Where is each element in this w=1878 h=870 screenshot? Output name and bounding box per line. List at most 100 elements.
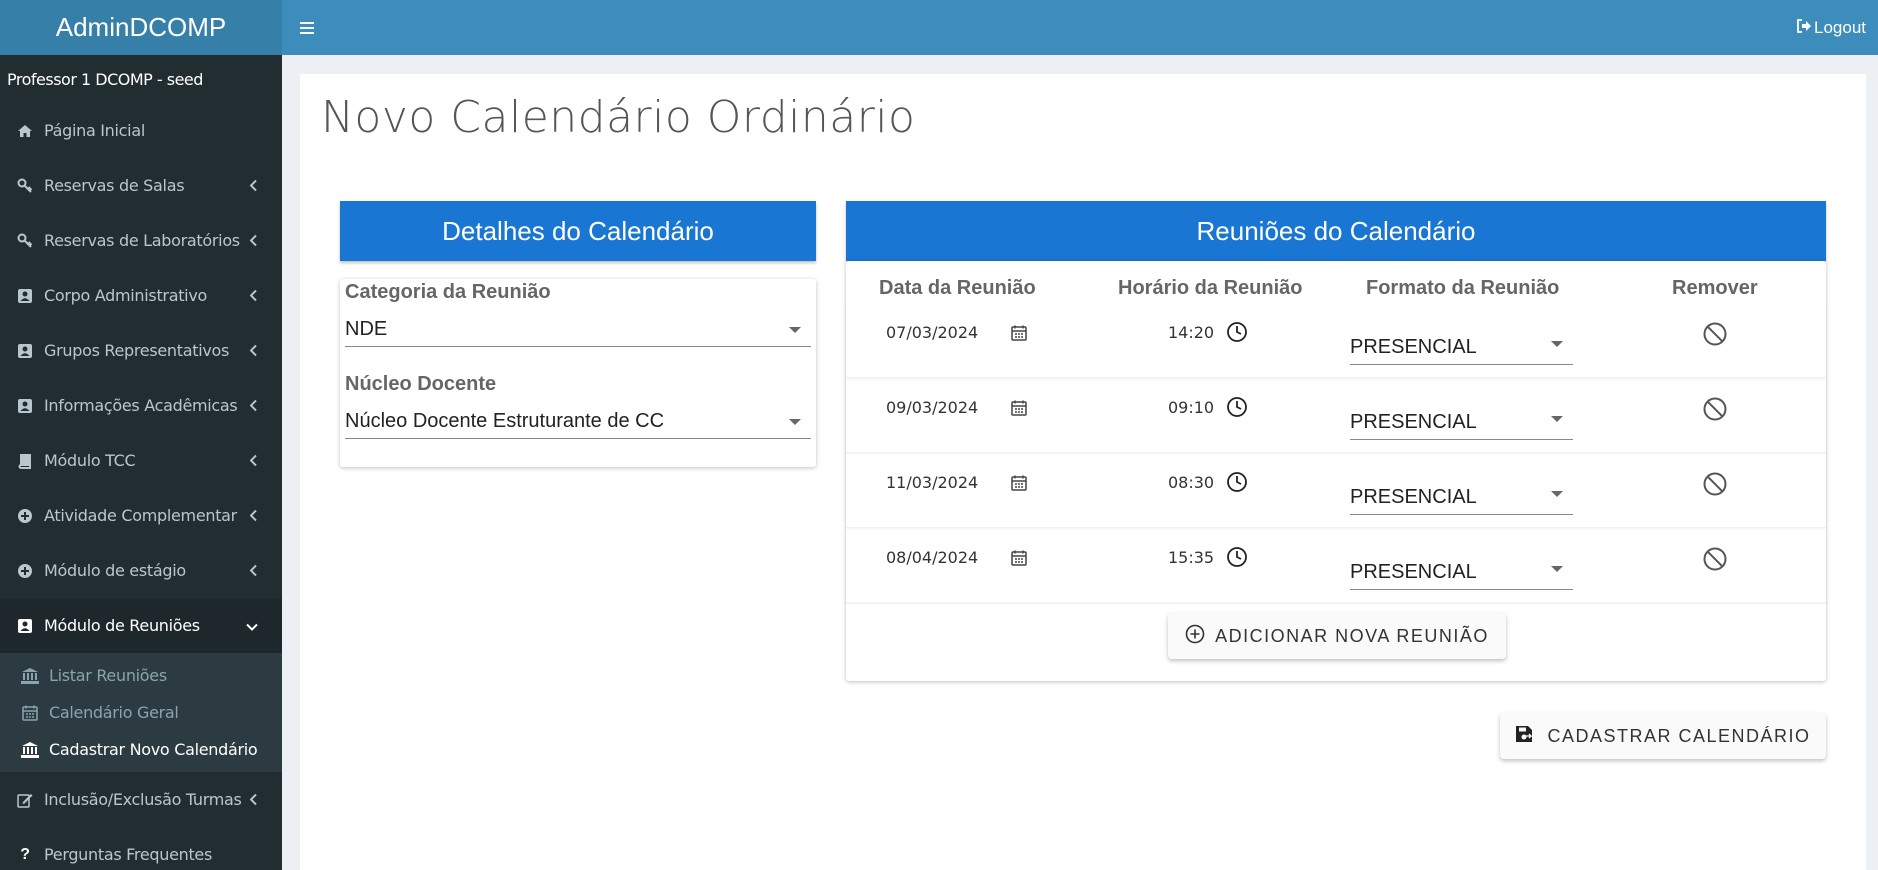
meeting-format-select[interactable]: PRESENCIAL [1350, 473, 1573, 515]
dropdown-arrow-icon [1551, 490, 1563, 497]
meeting-date-input[interactable]: 08/04/2024 [886, 548, 978, 567]
meeting-format-value: PRESENCIAL [1350, 336, 1477, 358]
calendar-icon[interactable] [1011, 550, 1027, 570]
sidebar-item-internship[interactable]: Módulo de estágio [0, 543, 282, 598]
clock-icon[interactable] [1226, 471, 1248, 497]
chevron-left-icon [249, 396, 258, 415]
chevron-down-icon [246, 616, 258, 635]
meeting-row: 07/03/2024 14:20 PRESENCIAL [846, 303, 1826, 378]
meeting-time-input[interactable]: 08:30 [1168, 473, 1214, 492]
clock-icon[interactable] [1226, 546, 1248, 572]
submenu-item-general-calendar[interactable]: Calendário Geral [0, 694, 282, 731]
sidebar-item-label: Inclusão/Exclusão Turmas [44, 790, 242, 809]
meetings-body: Data da Reunião Horário da Reunião Forma… [846, 261, 1826, 681]
sidebar-item-tcc[interactable]: Módulo TCC [0, 433, 282, 488]
sidebar-item-label: Corpo Administrativo [44, 286, 207, 305]
meeting-format-select[interactable]: PRESENCIAL [1350, 548, 1573, 590]
bank-icon [20, 667, 40, 684]
nucleus-value: Núcleo Docente Estruturante de CC [345, 410, 665, 432]
logout-link[interactable]: Logout [1796, 18, 1866, 38]
calendar-icon [20, 705, 40, 721]
home-icon [15, 124, 35, 138]
sidebar-item-class-inclusion[interactable]: Inclusão/Exclusão Turmas [0, 772, 282, 827]
category-label: Categoria da Reunião [345, 281, 551, 303]
meeting-date-input[interactable]: 09/03/2024 [886, 398, 978, 417]
add-meeting-button[interactable]: ADICIONAR NOVA REUNIÃO [1168, 613, 1506, 659]
sidebar-item-representative-groups[interactable]: Grupos Representativos [0, 323, 282, 378]
sidebar-item-academic-info[interactable]: Informações Acadêmicas [0, 378, 282, 433]
sidebar-item-faq[interactable]: ? Perguntas Frequentes [0, 827, 282, 870]
calendar-details-panel: Detalhes do Calendário Categoria da Reun… [340, 201, 816, 467]
dropdown-arrow-icon [789, 326, 801, 333]
chevron-left-icon [249, 341, 258, 360]
save-icon [1515, 725, 1534, 748]
clock-icon[interactable] [1226, 396, 1248, 422]
remove-meeting-icon[interactable] [1702, 321, 1728, 351]
meeting-time-input[interactable]: 15:35 [1168, 548, 1214, 567]
calendar-icon[interactable] [1011, 475, 1027, 495]
submenu-item-label: Calendário Geral [49, 703, 179, 722]
column-header-remove: Remover [1672, 277, 1758, 299]
column-header-date: Data da Reunião [879, 277, 1036, 299]
sidebar-item-label: Módulo de Reuniões [44, 616, 200, 635]
meeting-time-input[interactable]: 09:10 [1168, 398, 1214, 417]
calendar-details-header: Detalhes do Calendário [340, 201, 816, 261]
sidebar-item-admin-staff[interactable]: Corpo Administrativo [0, 268, 282, 323]
meeting-time-input[interactable]: 14:20 [1168, 323, 1214, 342]
menu-toggle-icon[interactable] [300, 21, 314, 34]
id-card-icon [15, 618, 35, 634]
chevron-left-icon [249, 790, 258, 809]
brand-logo[interactable]: AdminDCOMP [0, 0, 282, 55]
meetings-header: Reuniões do Calendário [846, 201, 1826, 261]
sidebar-item-label: Módulo TCC [44, 451, 136, 470]
sidebar-item-label: Reservas de Salas [44, 176, 185, 195]
sidebar-item-lab-reservations[interactable]: Reservas de Laboratórios [0, 213, 282, 268]
sidebar-item-label: Página Inicial [44, 121, 145, 140]
calendar-icon[interactable] [1011, 400, 1027, 420]
sidebar-item-home[interactable]: Página Inicial [0, 103, 282, 158]
id-card-icon [15, 398, 35, 414]
meeting-date-input[interactable]: 11/03/2024 [886, 473, 978, 492]
meeting-format-select[interactable]: PRESENCIAL [1350, 398, 1573, 440]
category-select[interactable]: NDE [345, 313, 811, 347]
meeting-row: 09/03/2024 09:10 PRESENCIAL [846, 378, 1826, 453]
remove-meeting-icon[interactable] [1702, 396, 1728, 426]
chevron-left-icon [249, 176, 258, 195]
dropdown-arrow-icon [789, 418, 801, 425]
plus-circle-icon [15, 563, 35, 579]
sign-out-icon [1796, 18, 1812, 38]
remove-meeting-icon[interactable] [1702, 546, 1728, 576]
chevron-left-icon [249, 286, 258, 305]
sidebar-item-label: Reservas de Laboratórios [44, 231, 240, 250]
remove-meeting-icon[interactable] [1702, 471, 1728, 501]
submenu-item-label: Cadastrar Novo Calendário [49, 740, 258, 759]
submenu-item-label: Listar Reuniões [49, 666, 167, 685]
sidebar-item-label: Grupos Representativos [44, 341, 230, 360]
clock-icon[interactable] [1226, 321, 1248, 347]
meetings-panel: Reuniões do Calendário Data da Reunião H… [846, 201, 1826, 681]
sidebar-item-complementary-activity[interactable]: Atividade Complementar [0, 488, 282, 543]
meeting-format-select[interactable]: PRESENCIAL [1350, 323, 1573, 365]
sidebar-item-label: Atividade Complementar [44, 506, 237, 525]
id-card-icon [15, 343, 35, 359]
id-card-icon [15, 288, 35, 304]
sidebar-item-meetings[interactable]: Módulo de Reuniões [0, 598, 282, 653]
chevron-left-icon [249, 506, 258, 525]
calendar-icon[interactable] [1011, 325, 1027, 345]
sidebar-item-label: Módulo de estágio [44, 561, 186, 580]
meeting-date-input[interactable]: 07/03/2024 [886, 323, 978, 342]
category-value: NDE [345, 318, 388, 340]
sidebar-item-room-reservations[interactable]: Reservas de Salas [0, 158, 282, 213]
chevron-left-icon [249, 561, 258, 580]
save-calendar-label: CADASTRAR CALENDÁRIO [1547, 725, 1811, 746]
column-header-format: Formato da Reunião [1366, 277, 1560, 299]
nucleus-select[interactable]: Núcleo Docente Estruturante de CC [345, 405, 811, 439]
submenu-item-list-meetings[interactable]: Listar Reuniões [0, 657, 282, 694]
column-header-time: Horário da Reunião [1118, 277, 1303, 299]
sidebar: AdminDCOMP Professor 1 DCOMP - seed Pági… [0, 0, 282, 870]
meetings-table-header: Data da Reunião Horário da Reunião Forma… [846, 261, 1826, 303]
meeting-format-value: PRESENCIAL [1350, 561, 1477, 583]
submenu-item-new-calendar[interactable]: Cadastrar Novo Calendário [0, 731, 282, 768]
plus-circle-icon [15, 508, 35, 524]
save-calendar-button[interactable]: CADASTRAR CALENDÁRIO [1500, 713, 1826, 759]
